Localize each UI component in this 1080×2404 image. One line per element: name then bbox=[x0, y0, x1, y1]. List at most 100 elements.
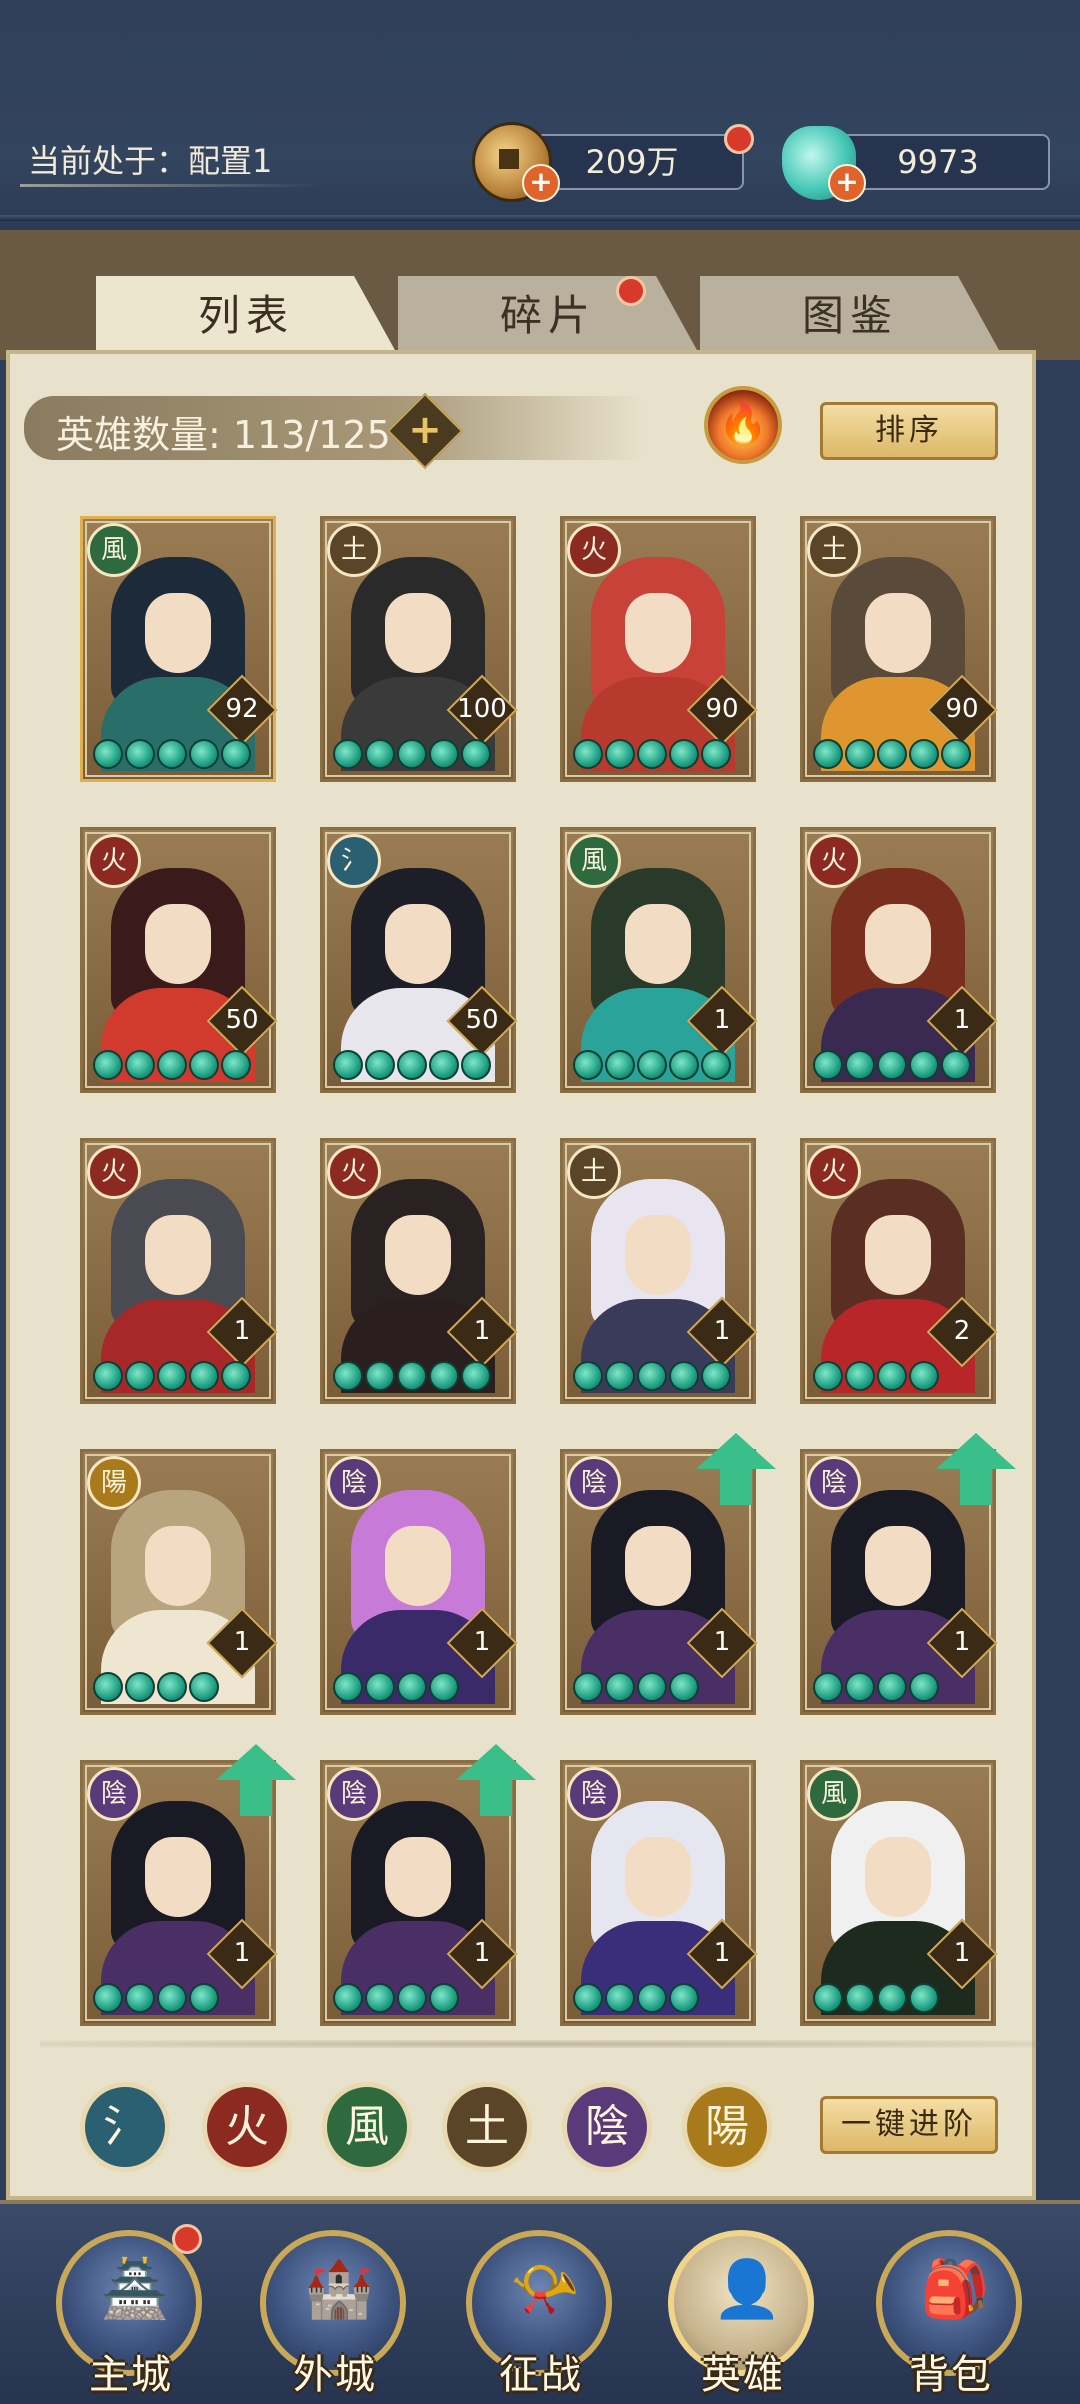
hero-level: 50 bbox=[225, 1005, 259, 1035]
star-icon bbox=[941, 739, 971, 769]
star-icon bbox=[429, 739, 459, 769]
hero-card[interactable]: 火1 bbox=[320, 1138, 518, 1404]
nav-item-3[interactable]: 👤 英雄 bbox=[668, 2230, 818, 2398]
star-icon bbox=[909, 1672, 939, 1702]
star-icon bbox=[669, 739, 699, 769]
hero-face bbox=[865, 1215, 931, 1295]
hero-stars bbox=[573, 1672, 701, 1706]
hero-face bbox=[385, 1215, 451, 1295]
add-gem-button[interactable]: + bbox=[828, 164, 866, 202]
hero-card[interactable]: 風 92 bbox=[80, 516, 278, 782]
star-icon bbox=[333, 1361, 363, 1391]
hero-card[interactable]: 氵 50 bbox=[320, 827, 518, 1093]
hero-stars bbox=[813, 1050, 973, 1084]
hero-stars bbox=[573, 1361, 733, 1395]
star-icon bbox=[909, 1983, 939, 2013]
filter-water-icon[interactable]: 氵 bbox=[80, 2082, 170, 2172]
star-icon bbox=[189, 1983, 219, 2013]
star-icon bbox=[189, 739, 219, 769]
hero-stars bbox=[573, 1983, 701, 2017]
hero-level: 1 bbox=[473, 1627, 491, 1657]
nav-item-4[interactable]: 🎒 背包 bbox=[876, 2230, 1026, 2398]
ground-shadow bbox=[40, 2040, 1040, 2048]
hero-card[interactable]: 火 50 bbox=[80, 827, 278, 1093]
hero-card[interactable]: 火2 bbox=[800, 1138, 998, 1404]
star-icon bbox=[461, 1361, 491, 1391]
tab-fragments[interactable]: 碎片 bbox=[398, 276, 698, 352]
hero-card[interactable]: 火1 bbox=[800, 827, 998, 1093]
hero-face bbox=[385, 904, 451, 984]
hero-card[interactable]: 土 100 bbox=[320, 516, 518, 782]
star-icon bbox=[813, 1983, 843, 2013]
element-badge-icon: 陰 bbox=[87, 1767, 141, 1821]
star-icon bbox=[909, 739, 939, 769]
star-icon bbox=[637, 1050, 667, 1080]
hero-card[interactable]: 陰1 bbox=[560, 1760, 758, 2026]
add-gold-button[interactable]: + bbox=[522, 164, 560, 202]
nav-glyph-icon: 👤 bbox=[712, 2257, 782, 2322]
hero-stars bbox=[93, 739, 253, 773]
element-badge-icon: 陰 bbox=[567, 1767, 621, 1821]
filter-yin-icon[interactable]: 陰 bbox=[562, 2082, 652, 2172]
hero-stars bbox=[333, 1983, 461, 2017]
nav-glyph-icon: 🎒 bbox=[920, 2257, 990, 2322]
filter-wind-icon[interactable]: 風 bbox=[322, 2082, 412, 2172]
hero-card[interactable]: 土1 bbox=[560, 1138, 758, 1404]
fire-icon[interactable]: 🔥 bbox=[704, 386, 782, 464]
hero-card[interactable]: 火1 bbox=[80, 1138, 278, 1404]
nav-item-0[interactable]: 🏯 主城 bbox=[56, 2224, 206, 2398]
hero-card[interactable]: 土 90 bbox=[800, 516, 998, 782]
hero-face bbox=[385, 593, 451, 673]
hero-card[interactable]: 風1 bbox=[800, 1760, 998, 2026]
hero-level: 1 bbox=[473, 1316, 491, 1346]
star-icon bbox=[877, 739, 907, 769]
one-click-advance-button[interactable]: 一键进阶 bbox=[820, 2096, 998, 2154]
star-icon bbox=[397, 1361, 427, 1391]
star-icon bbox=[189, 1361, 219, 1391]
filter-fire-icon[interactable]: 火 bbox=[202, 2082, 292, 2172]
element-badge-icon: 火 bbox=[327, 1145, 381, 1199]
tab-codex[interactable]: 图鉴 bbox=[700, 276, 1000, 352]
hero-card[interactable]: 陽1 bbox=[80, 1449, 278, 1715]
nav-item-1[interactable]: 🏰 外城 bbox=[260, 2230, 410, 2398]
hero-stars bbox=[93, 1672, 221, 1706]
hero-face bbox=[385, 1526, 451, 1606]
star-icon bbox=[605, 1361, 635, 1391]
element-badge-icon: 風 bbox=[87, 523, 141, 577]
hero-stars bbox=[813, 739, 973, 773]
element-badge-icon: 氵 bbox=[327, 834, 381, 888]
star-icon bbox=[93, 1361, 123, 1391]
sort-button[interactable]: 排序 bbox=[820, 402, 998, 460]
hero-card[interactable]: 火 90 bbox=[560, 516, 758, 782]
element-badge-icon: 風 bbox=[567, 834, 621, 888]
nav-label: 主城 bbox=[89, 2352, 173, 2398]
filter-yang-icon[interactable]: 陽 bbox=[682, 2082, 772, 2172]
hero-card[interactable]: 風1 bbox=[560, 827, 758, 1093]
star-icon bbox=[157, 739, 187, 769]
element-badge-icon: 土 bbox=[567, 1145, 621, 1199]
star-icon bbox=[429, 1983, 459, 2013]
star-icon bbox=[397, 739, 427, 769]
nav-item-2[interactable]: 📯 征战 bbox=[466, 2230, 616, 2398]
tab-list[interactable]: 列表 bbox=[96, 276, 396, 352]
hero-card[interactable]: 陰1 bbox=[320, 1449, 518, 1715]
hero-grid: 風 92 土 100 火 90 土 90 火 50 氵 50 風 1 火 1 火 1 火 1 土 1 火 2 陽 1 陰 1 陰 1 陰 1 陰… bbox=[80, 516, 1016, 2032]
filter-earth-icon[interactable]: 土 bbox=[442, 2082, 532, 2172]
star-icon bbox=[637, 739, 667, 769]
hero-face bbox=[625, 1837, 691, 1917]
element-badge-icon: 火 bbox=[87, 1145, 141, 1199]
star-icon bbox=[669, 1983, 699, 2013]
star-icon bbox=[573, 739, 603, 769]
hero-face bbox=[865, 904, 931, 984]
star-icon bbox=[669, 1361, 699, 1391]
star-icon bbox=[461, 739, 491, 769]
hero-stars bbox=[93, 1050, 253, 1084]
star-icon bbox=[365, 1983, 395, 2013]
config-underline bbox=[20, 184, 320, 187]
hero-level: 100 bbox=[457, 694, 507, 724]
star-icon bbox=[669, 1050, 699, 1080]
star-icon bbox=[941, 1050, 971, 1080]
star-icon bbox=[573, 1672, 603, 1702]
element-badge-icon: 火 bbox=[87, 834, 141, 888]
star-icon bbox=[573, 1361, 603, 1391]
